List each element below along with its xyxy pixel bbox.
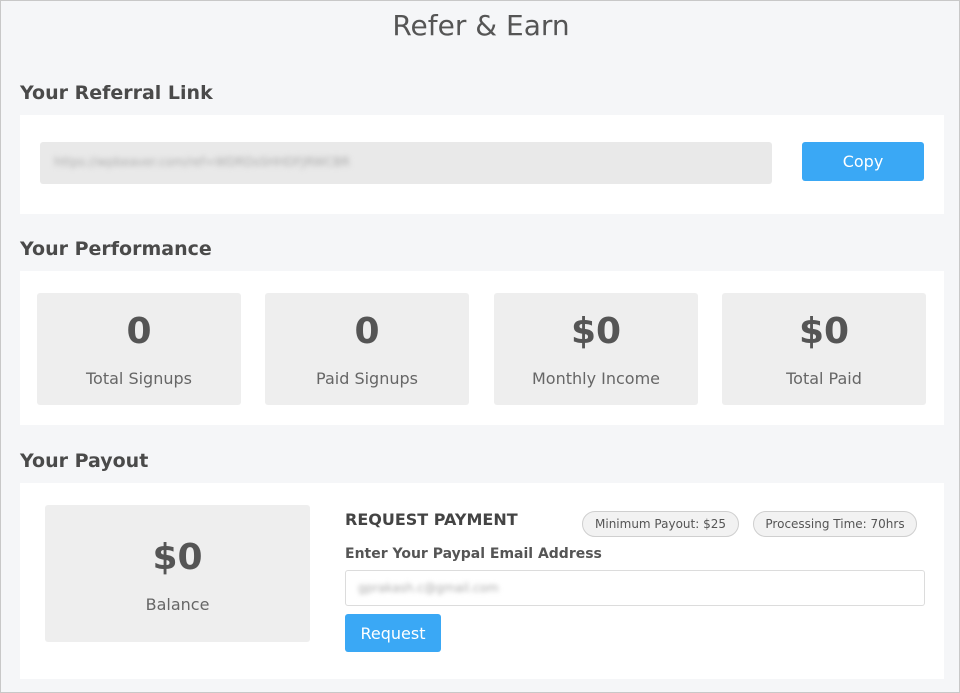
stat-total-paid: $0 Total Paid bbox=[722, 293, 926, 405]
request-payment-title: REQUEST PAYMENT bbox=[345, 510, 518, 529]
referral-link-text: https://wpbeaver.com/ref=WDRDsSHHDFJRWCB… bbox=[54, 155, 350, 169]
paypal-email-value: gprakash.c@gmail.com bbox=[358, 581, 499, 595]
referral-section-title: Your Referral Link bbox=[20, 82, 213, 104]
processing-time-badge: Processing Time: 70hrs bbox=[753, 511, 917, 537]
performance-card: 0 Total Signups 0 Paid Signups $0 Monthl… bbox=[20, 271, 944, 425]
referral-link-field[interactable]: https://wpbeaver.com/ref=WDRDsSHHDFJRWCB… bbox=[40, 142, 772, 184]
stat-value: $0 bbox=[570, 311, 622, 352]
balance-label: Balance bbox=[145, 595, 210, 614]
email-label: Enter Your Paypal Email Address bbox=[345, 546, 602, 562]
performance-section-title: Your Performance bbox=[20, 238, 212, 260]
referral-card: https://wpbeaver.com/ref=WDRDsSHHDFJRWCB… bbox=[20, 115, 944, 214]
stat-value: 0 bbox=[126, 311, 152, 352]
stat-value: 0 bbox=[354, 311, 380, 352]
minimum-payout-badge: Minimum Payout: $25 bbox=[582, 511, 739, 537]
stat-monthly-income: $0 Monthly Income bbox=[494, 293, 698, 405]
request-button[interactable]: Request bbox=[345, 614, 441, 652]
stat-label: Paid Signups bbox=[316, 369, 418, 388]
page-title: Refer & Earn bbox=[392, 9, 570, 42]
stat-paid-signups: 0 Paid Signups bbox=[265, 293, 469, 405]
stat-label: Total Paid bbox=[786, 369, 862, 388]
balance-value: $0 bbox=[152, 537, 203, 578]
copy-button[interactable]: Copy bbox=[802, 142, 924, 181]
stat-label: Total Signups bbox=[86, 369, 192, 388]
paypal-email-input[interactable]: gprakash.c@gmail.com bbox=[345, 570, 925, 606]
balance-box: $0 Balance bbox=[45, 505, 310, 642]
stat-value: $0 bbox=[798, 311, 850, 352]
stat-label: Monthly Income bbox=[531, 369, 661, 388]
payout-section-title: Your Payout bbox=[20, 450, 149, 472]
stat-total-signups: 0 Total Signups bbox=[37, 293, 241, 405]
payout-card: $0 Balance REQUEST PAYMENT Minimum Payou… bbox=[20, 483, 944, 679]
app-frame: Refer & Earn Your Referral Link https://… bbox=[0, 0, 960, 693]
